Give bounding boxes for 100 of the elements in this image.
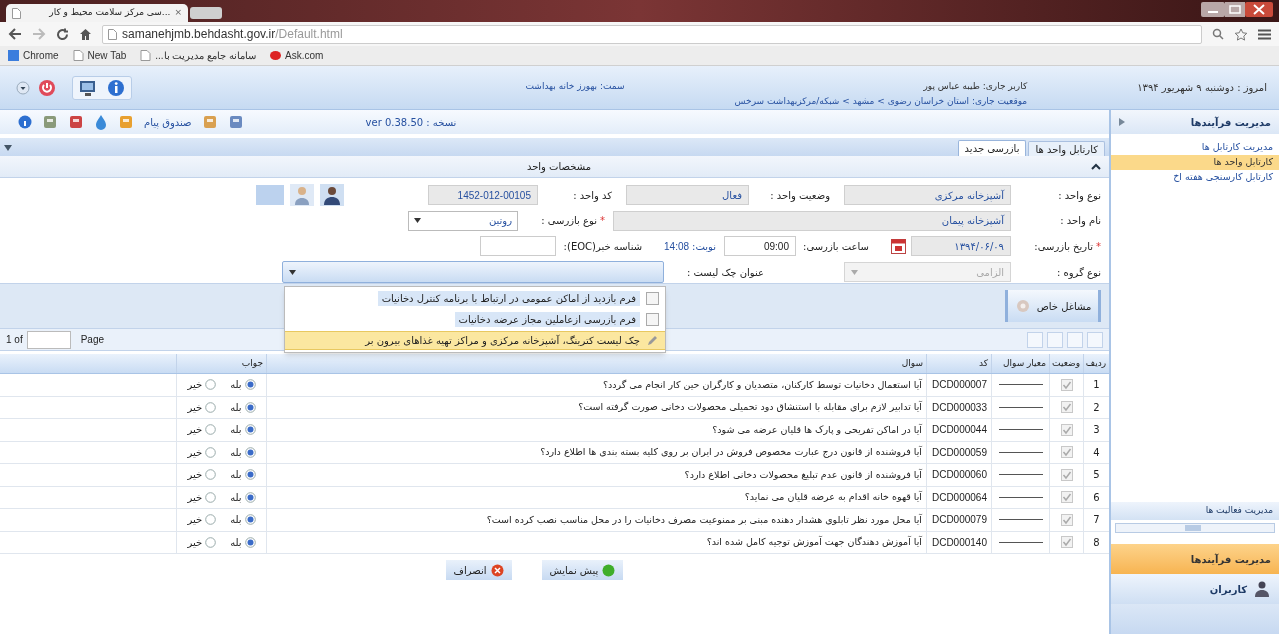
radio-option[interactable]: بله [230,444,256,460]
radio-option[interactable]: خیر [187,534,217,550]
bookmark-link[interactable]: Chrome [8,48,59,63]
sidebar-panel[interactable]: کاربران [1111,574,1279,604]
forward-icon[interactable] [32,28,46,40]
checklist-option[interactable]: چک لیست کترینگ، آشپزخانه مرکزی و مراکز تهیه غذاهای بیرون بر [285,331,665,350]
bookmark-link[interactable]: New Tab [72,48,127,63]
radio-button[interactable] [205,514,217,526]
browser-tab[interactable]: ...سی مرکز سلامت محیط و کار × [6,4,188,22]
checkbox[interactable] [1060,423,1073,436]
radio-button[interactable] [244,379,256,391]
radio-option[interactable]: خیر [187,467,217,483]
checkbox[interactable] [1060,536,1073,549]
radio-option[interactable]: بله [230,489,256,505]
tab[interactable]: بازرسی جدید [957,140,1027,156]
zoom-icon[interactable] [1212,28,1224,40]
reload-icon[interactable] [56,27,69,41]
close-tab-button[interactable]: × [174,6,182,20]
last-page-button[interactable] [1087,331,1103,348]
radio-button[interactable] [244,401,256,413]
checkbox[interactable] [1060,468,1073,481]
radio-button[interactable] [244,424,256,436]
unit-name-field[interactable]: آشپزخانه پیمان [613,210,1011,231]
radio-button[interactable] [244,446,256,458]
tab[interactable]: کارتابل واحد ها [1028,141,1105,156]
radio-button[interactable] [244,491,256,503]
radio-button[interactable] [205,379,217,391]
radio-option[interactable]: خیر [187,444,217,460]
column-header[interactable]: جواب [176,354,266,373]
sidebar-panel[interactable]: مدیریت فرآیندها [1111,544,1279,574]
checkbox[interactable] [1060,513,1073,526]
radio-button[interactable] [205,469,217,481]
date-field[interactable]: ۱۳۹۴/۰۶/۰۹ [911,236,1011,257]
checkbox[interactable] [1060,446,1073,459]
user-icon[interactable] [320,184,344,206]
column-header[interactable]: سوال [266,354,926,373]
radio-option[interactable]: خیر [187,489,217,505]
radio-option[interactable]: خیر [187,399,217,415]
column-header[interactable]: وضعیت [1049,354,1083,373]
first-page-button[interactable] [1027,331,1043,348]
checkbox[interactable] [1060,491,1073,504]
radio-button[interactable] [244,469,256,481]
bookmark-link[interactable]: Ask.com [270,48,324,63]
column-header[interactable]: معیار سوال [991,354,1049,373]
radio-button[interactable] [244,536,256,548]
home-icon[interactable] [79,27,92,41]
window-controls-drawing[interactable] [1201,2,1273,18]
inspection-type-select[interactable]: روتین [408,210,518,231]
chevron-up-icon[interactable] [1091,163,1101,170]
radio-button[interactable] [205,401,217,413]
checklist-option[interactable]: فرم بازرسی ازعاملین مجاز عرضه دخانیات [285,310,665,329]
time-field[interactable]: 09:00 [724,236,796,257]
radio-option[interactable]: بله [230,534,256,550]
radio-button[interactable] [205,491,217,503]
power-icon[interactable] [38,78,56,97]
checklist-select[interactable] [282,261,664,283]
checkbox[interactable] [1060,401,1073,414]
special-jobs-button[interactable]: مشاغل خاص [1005,290,1101,322]
next-page-button[interactable] [1067,331,1083,348]
radio-option[interactable]: بله [230,512,256,528]
column-header[interactable]: ردیف [1083,354,1109,373]
unit-status-field[interactable]: فعال [626,185,749,205]
collapse-icon[interactable] [4,145,12,151]
radio-option[interactable]: خیر [187,512,217,528]
radio-option[interactable]: خیر [187,377,217,393]
radio-button[interactable] [244,514,256,526]
address-field[interactable]: samanehjmb.behdasht.gov.ir/Default.html [102,24,1202,44]
back-icon[interactable] [8,28,22,40]
scrollbar[interactable] [1115,523,1275,533]
radio-option[interactable]: خیر [187,422,217,438]
sidebar-item[interactable]: کارتابل کارسنجی هفته اخ [1111,170,1279,185]
cancel-button[interactable]: انصراف [445,560,512,580]
unit-code-field[interactable]: 1452-012-00105 [428,185,538,205]
radio-option[interactable]: بله [230,399,256,415]
checkbox[interactable] [1060,378,1073,391]
previous-page-button[interactable] [1047,331,1063,348]
menu-icon[interactable] [1258,28,1271,40]
radio-button[interactable] [205,424,217,436]
radio-option[interactable]: بله [230,467,256,483]
new-tab-button[interactable] [190,7,222,19]
collapse-icon[interactable] [1119,118,1125,126]
inbox-link[interactable]: صندوق پیام [144,114,192,130]
user-card-icon[interactable] [290,184,314,206]
radio-option[interactable]: بله [230,377,256,393]
radio-button[interactable] [205,536,217,548]
sidebar-item[interactable]: کارتابل واحد ها [1111,155,1279,170]
preview-button[interactable]: پیش نمایش [541,560,624,580]
info-icon[interactable] [107,78,125,97]
sidebar-item[interactable]: مدیریت کارتابل ها [1111,140,1279,155]
radio-button[interactable] [205,446,217,458]
section-header[interactable]: مدیریت فعالیت ها [1111,502,1279,520]
eoc-id-field[interactable] [480,236,557,257]
dropdown-icon[interactable] [16,80,30,95]
drop-icon[interactable] [94,114,108,130]
help-icon[interactable] [18,115,32,129]
bookmark-link[interactable]: سامانه جامع مدیریت با... [140,48,256,63]
unit-type-field[interactable]: آشپزخانه مرکزی [844,185,1011,205]
page-field[interactable] [26,330,71,349]
column-header[interactable]: کد [926,354,991,373]
star-icon[interactable] [1234,27,1248,41]
